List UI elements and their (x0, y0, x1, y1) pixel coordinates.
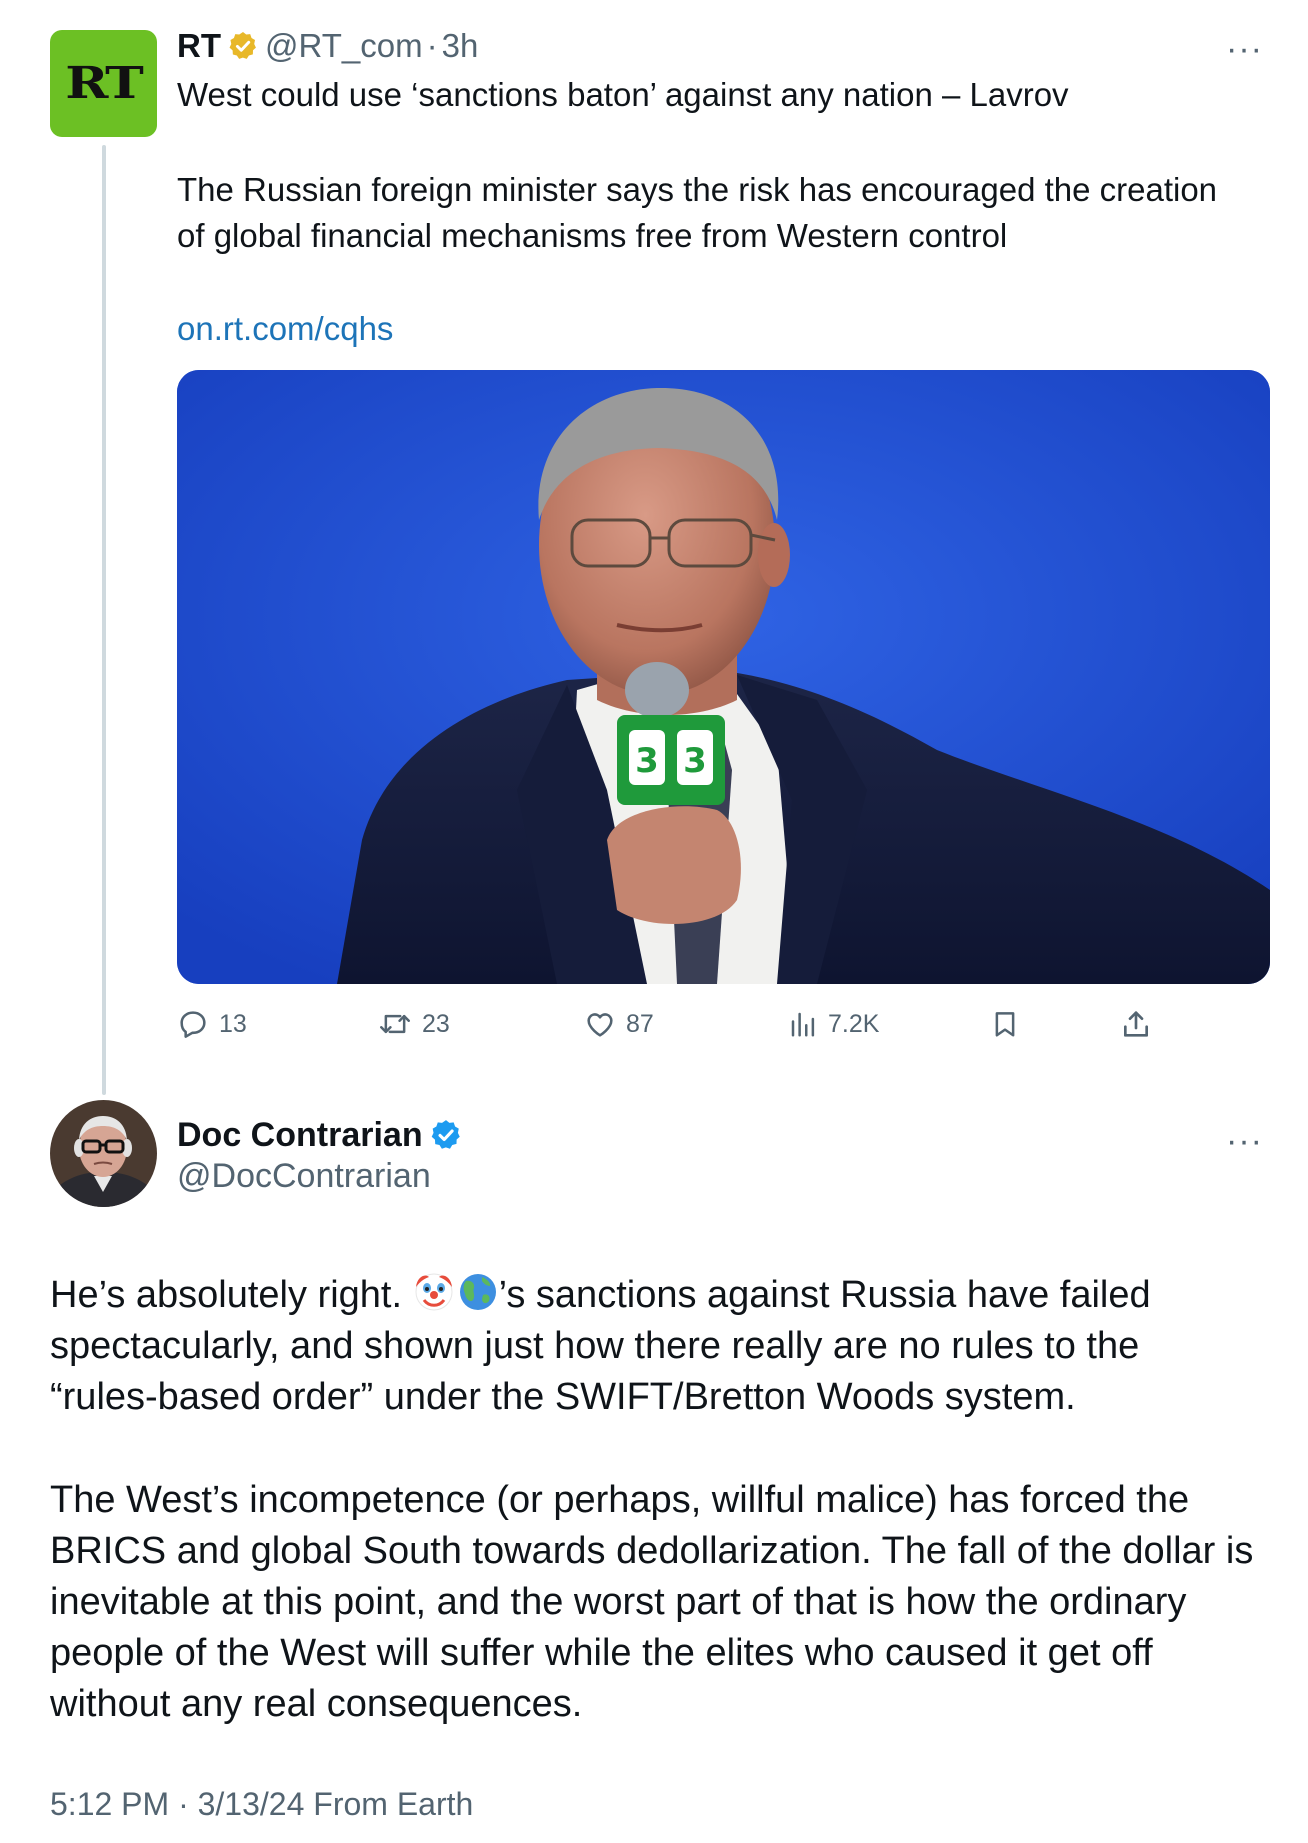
verified-gold-badge-icon (229, 32, 256, 59)
reply-count: 13 (219, 1009, 247, 1038)
quoted-tweet-summary-line: The Russian foreign minister says the ri… (177, 171, 1218, 208)
views-count: 7.2K (828, 1009, 880, 1038)
reply-button[interactable]: 13 (177, 1002, 247, 1046)
like-count: 87 (626, 1009, 654, 1038)
quoted-tweet-header: RT @RT_com · 3h (177, 24, 478, 68)
globe-emoji-icon (459, 1274, 496, 1310)
like-button[interactable]: 87 (584, 1002, 654, 1046)
quoted-author-name[interactable]: RT (177, 27, 221, 65)
thread-connector-line (102, 145, 106, 1095)
bookmark-icon (995, 1012, 1015, 1037)
repost-count: 23 (422, 1009, 450, 1038)
author-name-row: Doc Contrarian (177, 1112, 463, 1158)
bookmark-button[interactable] (990, 1002, 1030, 1046)
tweet-text-segment: ’s sanctions against Russia have failed (498, 1274, 1151, 1316)
photo-illustration: 3 3 (177, 370, 1270, 984)
quoted-tweet-time[interactable]: 3h (442, 27, 479, 65)
quoted-tweet-headline: West could use ‘sanctions baton’ against… (177, 76, 1069, 113)
tweet-body-line: people of the West will suffer while the… (50, 1632, 1153, 1674)
clown-emoji-icon (415, 1273, 453, 1311)
quoted-more-options-icon[interactable]: ··· (1226, 32, 1263, 66)
share-icon (1124, 1011, 1148, 1037)
svg-text:3: 3 (635, 741, 659, 781)
repost-button[interactable]: 23 (378, 1002, 450, 1046)
tweet-body-line: inevitable at this point, and the worst … (50, 1581, 1187, 1623)
tweet-photo[interactable]: 3 3 (177, 370, 1270, 984)
tweet-body-line: BRICS and global South towards dedollari… (50, 1530, 1254, 1572)
share-button[interactable] (1120, 1002, 1162, 1046)
svg-text:3: 3 (683, 741, 707, 781)
author-name[interactable]: Doc Contrarian (177, 1116, 423, 1155)
header-separator: · (426, 27, 438, 64)
tweet-body-line: “rules-based order” under the SWIFT/Bret… (50, 1376, 1076, 1418)
rt-avatar[interactable]: RT (50, 30, 157, 137)
views-button[interactable]: 7.2K (788, 1002, 879, 1046)
article-link[interactable]: on.rt.com/cqhs (177, 306, 393, 352)
tweet-text-segment: He’s absolutely right. (50, 1274, 413, 1316)
repost-icon (380, 1014, 410, 1034)
quoted-author-handle[interactable]: @RT_com (265, 27, 423, 65)
tweet-body-line: without any real consequences. (50, 1683, 583, 1725)
views-icon (791, 1012, 815, 1037)
doc-contrarian-avatar[interactable] (50, 1100, 157, 1207)
author-handle[interactable]: @DocContrarian (177, 1157, 431, 1196)
like-icon (587, 1013, 613, 1037)
verified-blue-badge-icon (431, 1120, 460, 1149)
avatar-portrait (50, 1100, 157, 1207)
rt-avatar-logo: RT (65, 58, 144, 109)
tweet-body-line: spectacularly, and shown just how there … (50, 1325, 1140, 1367)
tweet-body-line: He’s absolutely right. ’s sanctions agai… (50, 1270, 1151, 1321)
tweet-body-line: The West’s incompetence (or perhaps, wil… (50, 1479, 1190, 1521)
reply-icon (180, 1011, 206, 1038)
tweet-timestamp[interactable]: 5:12 PM · 3/13/24 From Earth (50, 1786, 473, 1823)
quoted-tweet-summary-line: of global financial mechanisms free from… (177, 217, 1008, 254)
more-options-icon[interactable]: ··· (1226, 1124, 1263, 1158)
